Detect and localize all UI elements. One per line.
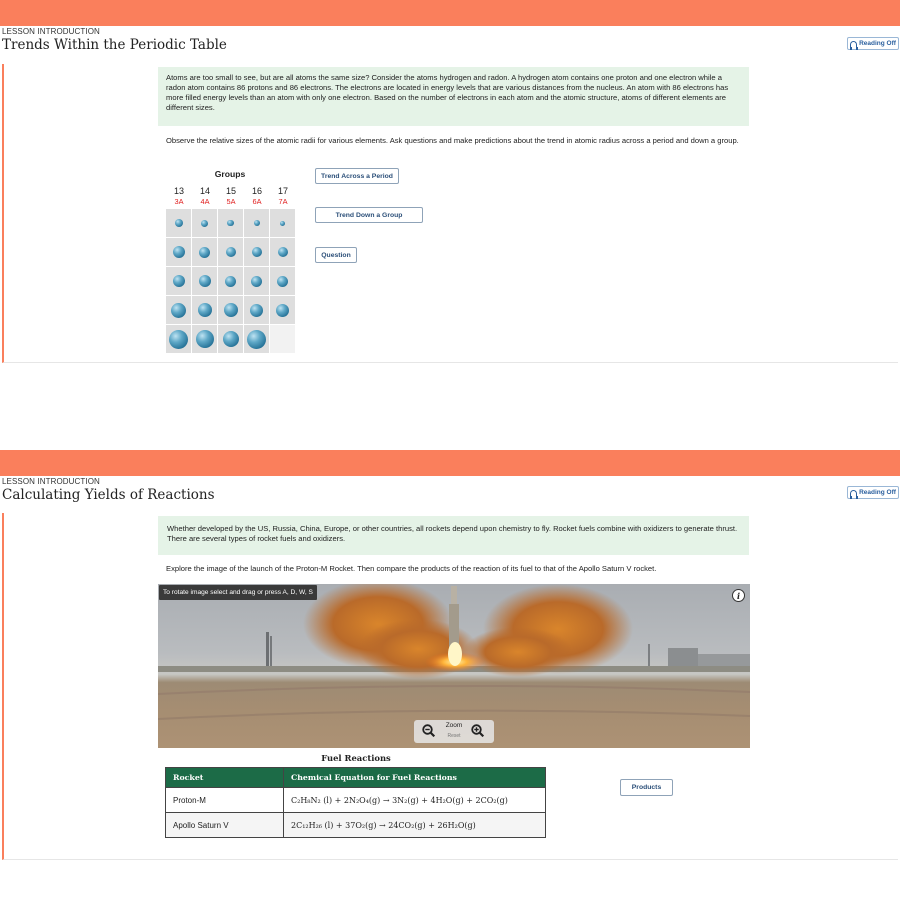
atom-sphere xyxy=(277,275,288,287)
lesson2-instruction: Explore the image of the launch of the P… xyxy=(166,564,657,573)
rocket-cell: Proton-M xyxy=(165,787,284,813)
element-cell[interactable] xyxy=(270,209,295,237)
group-number: 16 xyxy=(251,186,262,196)
lesson1-title: Trends Within the Periodic Table xyxy=(2,37,227,53)
atom-sphere xyxy=(195,330,214,348)
trend-across-period-button[interactable]: Trend Across a Period xyxy=(315,168,399,184)
atom-sphere xyxy=(172,246,185,258)
group-number: 15 xyxy=(225,186,236,196)
table-title: Fuel Reactions xyxy=(321,753,391,763)
element-cell[interactable] xyxy=(192,296,217,324)
element-cell[interactable] xyxy=(166,209,191,237)
atom-sphere xyxy=(250,303,263,317)
element-cell[interactable] xyxy=(166,267,191,295)
products-button[interactable]: Products xyxy=(620,779,673,796)
element-cell[interactable] xyxy=(192,325,217,353)
atom-sphere xyxy=(222,331,239,347)
atom-sphere xyxy=(227,219,234,227)
lesson2-intro-box: Whether developed by the US, Russia, Chi… xyxy=(158,516,749,555)
atom-sphere xyxy=(199,246,210,258)
atom-sphere xyxy=(169,329,188,349)
atom-sphere xyxy=(225,275,236,287)
equation-cell: C₂H₈N₂ (l) + 2N₂O₄(g) → 3N₂(g) + 4H₂O(g)… xyxy=(283,787,546,813)
element-cell[interactable] xyxy=(244,209,269,237)
rocket-launch-panorama[interactable]: To rotate image select and drag or press… xyxy=(158,584,750,748)
atom-sphere xyxy=(198,275,211,287)
atom-sphere xyxy=(251,247,262,257)
atom-sphere xyxy=(174,219,183,227)
lesson2-top-banner xyxy=(0,450,900,476)
atom-sphere xyxy=(251,275,262,287)
element-cell[interactable] xyxy=(270,267,295,295)
atom-sphere xyxy=(277,247,288,257)
element-cell[interactable] xyxy=(192,267,217,295)
headphones-icon xyxy=(849,40,858,50)
lesson2-label: LESSON INTRODUCTION xyxy=(2,477,100,486)
lesson1-label: LESSON INTRODUCTION xyxy=(2,27,100,36)
element-cell[interactable] xyxy=(218,238,243,266)
headphones-icon xyxy=(849,489,858,499)
atom-sphere xyxy=(225,247,236,257)
atom-sphere xyxy=(280,220,285,226)
element-cell[interactable] xyxy=(270,296,295,324)
atom-sphere xyxy=(171,302,186,318)
lesson2-title: Calculating Yields of Reactions xyxy=(2,487,215,503)
lesson1-reading-toggle[interactable]: Reading Off xyxy=(847,37,899,50)
atom-sphere xyxy=(201,219,208,227)
atom-sphere xyxy=(276,303,289,317)
element-cell[interactable] xyxy=(166,325,191,353)
element-cell[interactable] xyxy=(166,238,191,266)
element-cell[interactable] xyxy=(192,209,217,237)
element-cell[interactable] xyxy=(192,238,217,266)
fuel-reactions-table: Rocket Chemical Equation for Fuel Reacti… xyxy=(165,767,546,838)
empty-cell xyxy=(270,325,295,353)
zoom-in-icon[interactable] xyxy=(471,724,484,737)
element-cell[interactable] xyxy=(218,267,243,295)
group-label: 7A xyxy=(278,197,288,206)
lesson1-top-banner xyxy=(0,0,900,26)
atom-sphere xyxy=(197,303,212,317)
group-number: 17 xyxy=(277,186,288,196)
table-row: Proton-M C₂H₈N₂ (l) + 2N₂O₄(g) → 3N₂(g) … xyxy=(165,787,546,813)
column-header-rocket: Rocket xyxy=(165,767,284,788)
rotate-tooltip: To rotate image select and drag or press… xyxy=(159,585,317,600)
zoom-control: Zoom Reset xyxy=(414,720,494,743)
element-cell[interactable] xyxy=(218,209,243,237)
lesson1-instruction: Observe the relative sizes of the atomic… xyxy=(166,136,739,145)
reading-toggle-label: Reading Off xyxy=(859,489,896,496)
groups-title: Groups xyxy=(214,169,246,179)
reading-toggle-label: Reading Off xyxy=(859,40,896,47)
lesson1-intro-box: Atoms are too small to see, but are all … xyxy=(158,67,749,126)
element-cell[interactable] xyxy=(270,238,295,266)
atomic-radii-grid xyxy=(166,209,296,354)
column-header-equation: Chemical Equation for Fuel Reactions xyxy=(283,767,546,788)
element-cell[interactable] xyxy=(218,296,243,324)
atom-sphere xyxy=(253,220,260,226)
group-label: 6A xyxy=(252,197,262,206)
lesson2-reading-toggle[interactable]: Reading Off xyxy=(847,486,899,499)
equation-cell: 2C₁₂H₂₆ (l) + 37O₂(g) → 24CO₂(g) + 26H₂O… xyxy=(283,812,546,838)
element-cell[interactable] xyxy=(166,296,191,324)
table-row: Apollo Saturn V 2C₁₂H₂₆ (l) + 37O₂(g) → … xyxy=(165,812,546,838)
group-label: 3A xyxy=(174,197,184,206)
rocket-cell: Apollo Saturn V xyxy=(165,812,284,838)
group-number: 14 xyxy=(199,186,210,196)
group-number: 13 xyxy=(173,186,184,196)
atom-sphere xyxy=(223,303,238,317)
info-icon[interactable]: i xyxy=(732,589,745,602)
element-cell[interactable] xyxy=(244,238,269,266)
atom-sphere xyxy=(172,275,185,287)
trend-down-group-button[interactable]: Trend Down a Group xyxy=(315,207,423,223)
group-label: 4A xyxy=(200,197,210,206)
element-cell[interactable] xyxy=(244,296,269,324)
element-cell[interactable] xyxy=(244,325,269,353)
atom-sphere xyxy=(247,329,266,349)
element-cell[interactable] xyxy=(244,267,269,295)
question-button[interactable]: Question xyxy=(315,247,357,263)
element-cell[interactable] xyxy=(218,325,243,353)
group-label: 5A xyxy=(226,197,236,206)
